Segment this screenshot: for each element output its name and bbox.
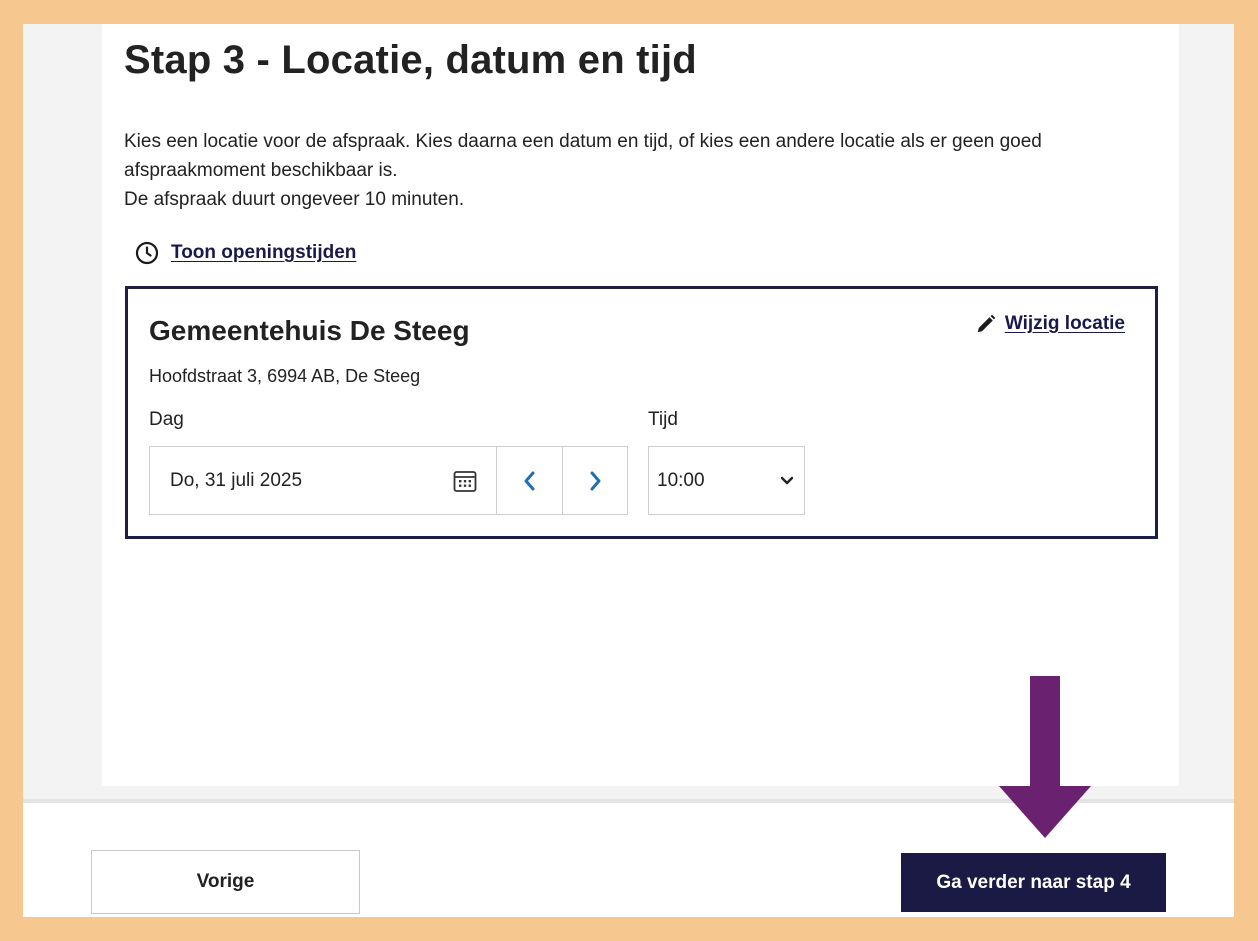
pencil-icon	[975, 313, 997, 335]
show-opening-hours-link[interactable]: Toon openingstijden	[135, 241, 356, 265]
chevron-down-icon	[780, 476, 794, 484]
next-step-button[interactable]: Ga verder naar stap 4	[901, 853, 1166, 912]
date-value: Do, 31 juli 2025	[170, 469, 303, 491]
time-label: Tijd	[648, 409, 678, 430]
change-location-link[interactable]: Wijzig locatie	[975, 313, 1125, 335]
frame-inner: Stap 3 - Locatie, datum en tijd Kies een…	[23, 22, 1234, 917]
chevron-left-icon	[524, 471, 535, 490]
date-input[interactable]: Do, 31 juli 2025	[150, 447, 498, 514]
date-picker: Do, 31 juli 2025	[149, 446, 628, 515]
chevron-right-icon	[590, 471, 601, 490]
change-location-label[interactable]: Wijzig locatie	[1005, 313, 1125, 335]
opening-hours-label[interactable]: Toon openingstijden	[171, 242, 356, 264]
calendar-icon[interactable]	[452, 468, 478, 494]
app-frame: Stap 3 - Locatie, datum en tijd Kies een…	[11, 10, 1246, 929]
next-day-button[interactable]	[562, 447, 627, 514]
previous-day-button[interactable]	[497, 447, 562, 514]
intro-duration: De afspraak duurt ongeveer 10 minuten.	[124, 189, 465, 210]
previous-button[interactable]: Vorige	[91, 850, 360, 914]
date-label: Dag	[149, 409, 184, 430]
page-title: Stap 3 - Locatie, datum en tijd	[124, 38, 697, 82]
location-name: Gemeentehuis De Steeg	[149, 315, 470, 346]
time-value: 10:00	[657, 469, 705, 491]
location-card: Gemeentehuis De Steeg Wijzig locatie Hoo…	[125, 286, 1158, 539]
intro-text: Kies een locatie voor de afspraak. Kies …	[124, 127, 1164, 214]
time-select[interactable]: 10:00	[648, 446, 805, 515]
main-content: Stap 3 - Locatie, datum en tijd Kies een…	[102, 24, 1179, 786]
location-address: Hoofdstraat 3, 6994 AB, De Steeg	[149, 366, 421, 386]
arrow-down-icon	[999, 676, 1091, 838]
clock-icon	[135, 241, 159, 265]
intro-instructions: Kies een locatie voor de afspraak. Kies …	[124, 131, 1042, 181]
